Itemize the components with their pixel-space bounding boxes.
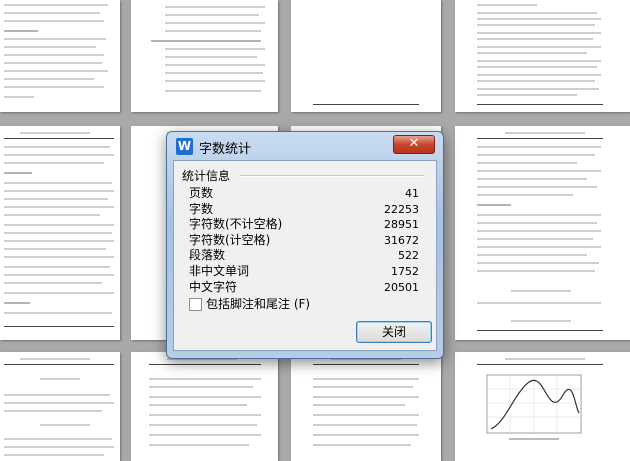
group-divider [240,175,424,177]
include-footnotes-checkbox[interactable] [189,298,202,311]
stat-label: 中文字符 [189,279,238,294]
stat-value: 31672 [384,233,419,247]
stat-label: 字数 [189,201,214,216]
page-thumbnail[interactable] [0,0,120,112]
page-thumbnail[interactable] [291,0,441,112]
stat-value: 22253 [384,202,419,216]
close-button[interactable]: 关闭 [356,321,432,343]
stat-label: 非中文单词 [189,263,250,278]
chart-thumbnail [486,374,582,440]
dialog-title: 字数统计 [199,142,252,157]
stat-row-chars-no-spaces: 字符数(不计空格) 28951 [189,217,429,233]
stat-value: 28951 [384,218,419,232]
page-thumbnail[interactable] [0,126,120,340]
stat-value: 522 [398,249,419,263]
statistics-group-label: 统计信息 [182,169,231,183]
include-footnotes-label[interactable]: 包括脚注和尾注 (F) [206,297,310,312]
stat-row-chinese-chars: 中文字符 20501 [189,280,429,296]
stat-label: 段落数 [189,248,226,263]
page-thumbnail[interactable] [455,126,630,340]
statistics-list: 页数 41 字数 22253 字符数(不计空格) 28951 字符数(计空格) … [189,186,429,295]
page-thumbnail[interactable] [131,0,278,112]
page-thumbnail[interactable] [455,0,630,112]
wps-writer-icon: W [176,138,193,155]
word-count-dialog: W 字数统计 ✕ 统计信息 页数 41 字数 22253 字符数(不计空格) 2… [166,131,444,359]
page-thumbnail[interactable] [131,352,278,461]
close-icon[interactable]: ✕ [393,135,435,154]
stat-row-pages: 页数 41 [189,186,429,202]
dialog-body: 统计信息 页数 41 字数 22253 字符数(不计空格) 28951 字符数(… [173,160,437,351]
stat-row-words: 字数 22253 [189,202,429,218]
stat-label: 字符数(计空格) [189,232,271,247]
stat-row-paragraphs: 段落数 522 [189,248,429,264]
stat-value: 41 [405,187,419,200]
stat-row-non-chinese-words: 非中文单词 1752 [189,264,429,280]
stat-value: 1752 [391,264,419,278]
page-thumbnail[interactable] [291,352,441,461]
dialog-titlebar[interactable]: W 字数统计 ✕ [167,132,443,160]
stat-label: 页数 [189,186,214,200]
page-thumbnail[interactable] [0,352,120,461]
stat-label: 字符数(不计空格) [189,217,283,232]
stat-value: 20501 [384,280,419,294]
stat-row-chars-with-spaces: 字符数(计空格) 31672 [189,233,429,249]
